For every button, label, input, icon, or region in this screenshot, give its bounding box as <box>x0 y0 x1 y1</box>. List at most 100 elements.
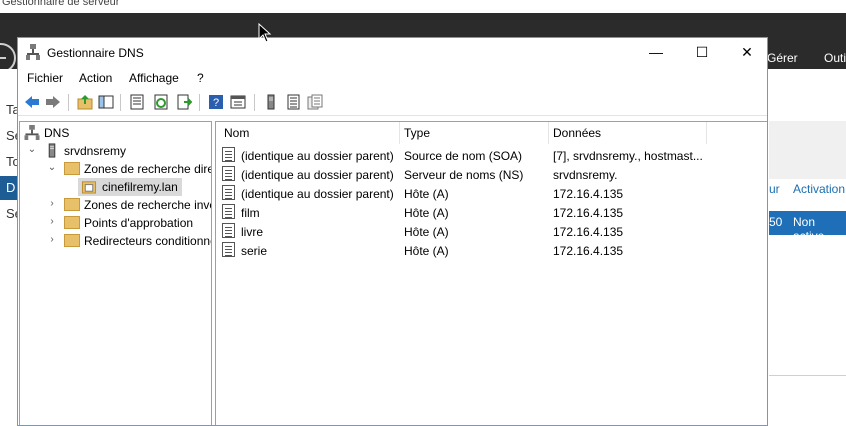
menu-bar: Fichier Action Affichage ? <box>18 67 767 89</box>
chevron-down-icon[interactable]: ⌄ <box>26 144 38 155</box>
tree-item-server[interactable]: ⌄ srvdnsremy <box>24 142 209 160</box>
tree-item-forward-zones[interactable]: ⌄ Zones de recherche directe <box>24 160 211 178</box>
refresh-icon[interactable] <box>153 94 169 110</box>
menu-help[interactable]: ? <box>197 71 204 85</box>
column-header-nom[interactable]: Nom <box>224 122 249 144</box>
server-manager-titlebar: Gestionnaire de serveur <box>0 0 846 13</box>
zone-list-icon[interactable] <box>285 94 301 110</box>
folder-icon <box>64 198 80 211</box>
content-band <box>769 121 846 179</box>
record-name: (identique au dossier parent) <box>241 187 394 201</box>
column-header-donnees[interactable]: Données <box>553 122 601 144</box>
mouse-cursor-icon <box>258 23 272 43</box>
column-header-type[interactable]: Type <box>404 122 430 144</box>
folder-icon <box>64 234 80 247</box>
folder-icon <box>64 162 80 175</box>
record-type: Source de nom (SOA) <box>404 149 523 163</box>
record-icon <box>222 166 235 181</box>
toolbar: ? <box>18 91 767 116</box>
tree-item-reverse-zones[interactable]: › Zones de recherche inverse <box>24 196 211 214</box>
record-type: Hôte (A) <box>404 244 449 258</box>
toolbar-separator <box>120 94 121 111</box>
tools-menu[interactable]: Outi <box>824 51 846 65</box>
dns-app-icon <box>26 44 40 60</box>
tree-item-label: cinefilremy.lan <box>102 180 178 194</box>
properties-icon[interactable] <box>129 94 145 110</box>
back-arrow-icon[interactable] <box>24 94 40 110</box>
tree-item-conditional-forwarders[interactable]: › Redirecteurs conditionnels <box>24 232 212 250</box>
tree-item-label: Points d'approbation <box>84 216 194 230</box>
record-data: 172.16.4.135 <box>553 187 624 201</box>
record-name: (identique au dossier parent) <box>241 149 394 163</box>
server-icon[interactable] <box>263 94 279 110</box>
server-manager-content: ur Activation 50 Non active <box>769 69 846 426</box>
menu-fichier[interactable]: Fichier <box>27 71 63 85</box>
record-name: film <box>241 206 260 220</box>
minimize-button[interactable]: — <box>633 38 679 67</box>
record-data: 172.16.4.135 <box>553 225 624 239</box>
toolbar-separator <box>199 94 200 111</box>
toolbar-separator <box>68 94 69 111</box>
record-data: 172.16.4.135 <box>553 206 624 220</box>
server-manager-title: Gestionnaire de serveur <box>2 0 120 8</box>
server-icon <box>48 143 56 158</box>
chevron-right-icon[interactable]: › <box>46 234 58 245</box>
record-name: serie <box>241 244 268 258</box>
record-data: 172.16.4.135 <box>553 244 624 258</box>
show-hide-tree-icon[interactable] <box>98 94 114 110</box>
column-divider[interactable] <box>548 122 549 144</box>
tree-item-label: Redirecteurs conditionnels <box>84 234 212 248</box>
menu-action[interactable]: Action <box>79 71 112 85</box>
export-list-icon[interactable] <box>176 94 192 110</box>
record-icon <box>222 223 235 238</box>
zone-folder-icon <box>81 181 97 194</box>
tree-item-cinefilremy[interactable]: cinefilremy.lan <box>78 178 182 196</box>
table-row[interactable]: film Hôte (A) 172.16.4.135 <box>216 203 767 222</box>
tree-item-dns[interactable]: DNS <box>24 124 209 142</box>
selected-row[interactable]: 50 Non active <box>769 211 846 243</box>
maximize-button[interactable]: ☐ <box>679 38 725 67</box>
column-header-activation[interactable]: Activation <box>793 182 845 196</box>
record-type: Hôte (A) <box>404 225 449 239</box>
record-type: Serveur de noms (NS) <box>404 168 524 182</box>
records-list: Nom Type Données (identique au dossier p… <box>215 121 767 425</box>
tree-item-trust-points[interactable]: › Points d'approbation <box>24 214 209 232</box>
chevron-right-icon[interactable]: › <box>46 198 58 209</box>
record-name: (identique au dossier parent) <box>241 168 394 182</box>
record-data: [7], srvdnsremy., hostmast... <box>553 149 703 163</box>
column-divider[interactable] <box>706 122 707 144</box>
console-icon[interactable] <box>230 94 246 110</box>
svg-text:?: ? <box>213 97 219 109</box>
forward-arrow-icon[interactable] <box>45 94 61 110</box>
table-row[interactable]: livre Hôte (A) 172.16.4.135 <box>216 222 767 241</box>
record-icon <box>222 242 235 257</box>
records-icon[interactable] <box>307 94 323 110</box>
table-row[interactable]: serie Hôte (A) 172.16.4.135 <box>216 241 767 260</box>
table-row[interactable]: (identique au dossier parent) Hôte (A) 1… <box>216 184 767 203</box>
window-titlebar[interactable]: Gestionnaire DNS — ☐ ✕ <box>18 38 767 67</box>
record-type: Hôte (A) <box>404 206 449 220</box>
dns-icon <box>24 125 40 140</box>
folder-icon <box>64 216 80 229</box>
toolbar-separator <box>254 94 255 111</box>
close-button[interactable]: ✕ <box>724 38 767 67</box>
tree-item-label: Zones de recherche directe <box>84 162 211 176</box>
menu-affichage[interactable]: Affichage <box>129 71 179 85</box>
chevron-right-icon[interactable]: › <box>46 216 58 227</box>
record-icon <box>222 185 235 200</box>
record-icon <box>222 147 235 162</box>
table-row[interactable]: (identique au dossier parent) Source de … <box>216 146 767 165</box>
dns-manager-window: Gestionnaire DNS — ☐ ✕ Fichier Action Af… <box>17 37 768 426</box>
column-divider[interactable] <box>399 122 400 144</box>
record-name: livre <box>241 225 264 239</box>
divider <box>769 375 846 376</box>
table-row[interactable]: (identique au dossier parent) Serveur de… <box>216 165 767 184</box>
console-tree: DNS ⌄ srvdnsremy ⌄ Zones de recherche di… <box>19 121 212 425</box>
up-folder-icon[interactable] <box>77 94 93 110</box>
help-icon[interactable]: ? <box>208 94 224 110</box>
chevron-down-icon[interactable]: ⌄ <box>46 162 58 173</box>
column-header[interactable]: ur <box>769 182 780 196</box>
tree-item-label: DNS <box>44 126 70 140</box>
record-type: Hôte (A) <box>404 187 449 201</box>
manage-menu[interactable]: Gérer <box>767 51 798 65</box>
